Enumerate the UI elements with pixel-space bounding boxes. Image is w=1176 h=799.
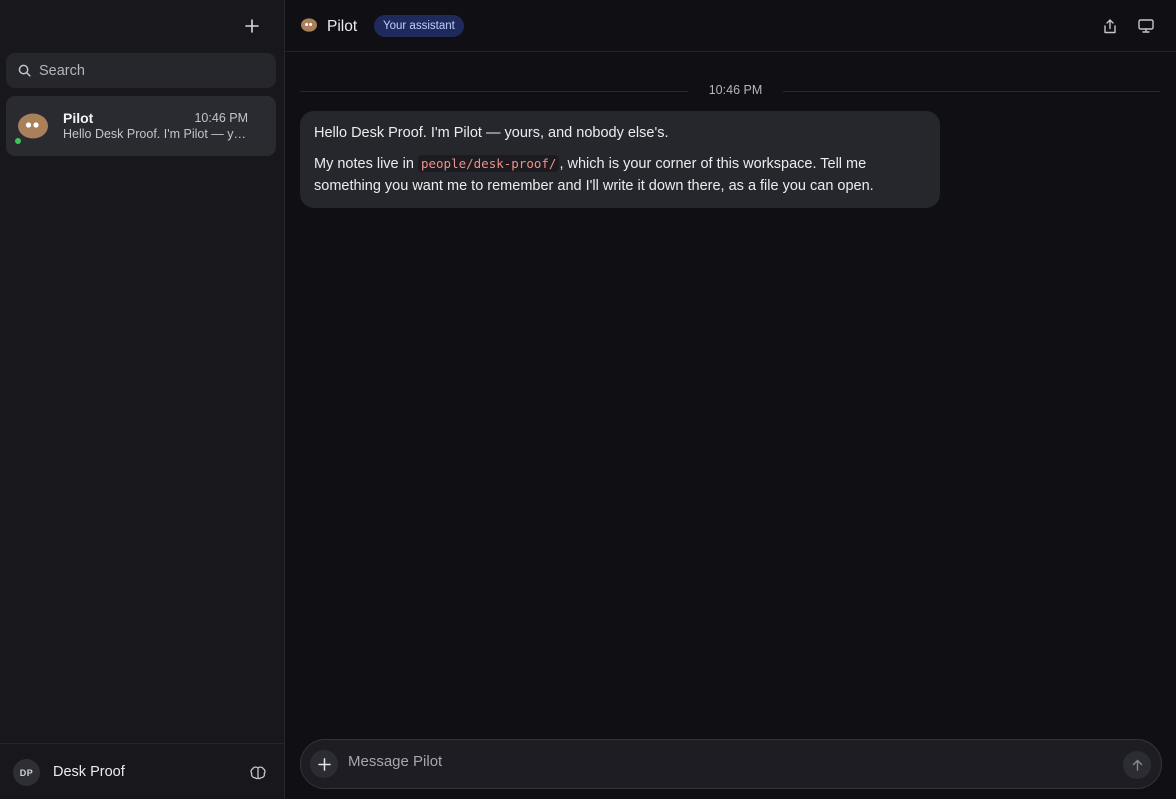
divider-timestamp: 10:46 PM: [708, 83, 763, 97]
search-box[interactable]: [6, 53, 276, 88]
pilot-avatar-icon: [18, 113, 48, 139]
send-button[interactable]: [1123, 751, 1151, 779]
divider-line: [300, 91, 688, 92]
memory-button[interactable]: [246, 761, 270, 785]
plus-icon: [317, 757, 331, 771]
plus-icon: [245, 19, 259, 33]
search-icon: [18, 64, 31, 77]
pilot-avatar-icon: [301, 18, 317, 32]
conversation-time: 10:46 PM: [194, 111, 248, 125]
user-avatar[interactable]: DP: [13, 759, 40, 786]
chat-header: Pilot Your assistant: [285, 0, 1176, 52]
divider-line: [783, 91, 1160, 92]
user-name[interactable]: Desk Proof: [53, 764, 125, 780]
message-text: My notes live in: [314, 156, 418, 172]
share-icon: [1104, 18, 1116, 33]
sidebar: Pilot 10:46 PM Hello Desk Proof. I'm Pil…: [0, 0, 285, 799]
conversation-name: Pilot: [63, 110, 94, 126]
message-paragraph: Hello Desk Proof. I'm Pilot — yours, and…: [314, 125, 669, 141]
online-indicator: [15, 138, 21, 144]
message-composer: [300, 739, 1162, 789]
display-button[interactable]: [1134, 14, 1158, 38]
conversation-item-pilot[interactable]: Pilot 10:46 PM Hello Desk Proof. I'm Pil…: [6, 96, 276, 156]
conversation-preview: Hello Desk Proof. I'm Pilot — yours, and…: [63, 127, 248, 141]
brain-icon: [250, 766, 266, 780]
share-button[interactable]: [1098, 14, 1122, 38]
monitor-icon: [1138, 19, 1154, 33]
time-divider: 10:46 PM: [300, 83, 1160, 99]
chat-panel: Pilot Your assistant 10:46 PM Hello Desk…: [285, 0, 1176, 799]
new-chat-button[interactable]: [238, 12, 266, 40]
sidebar-footer: DP Desk Proof: [0, 743, 284, 799]
attach-button[interactable]: [310, 750, 338, 778]
search-input[interactable]: [39, 62, 259, 79]
assistant-badge: Your assistant: [374, 15, 464, 37]
message-input[interactable]: [348, 753, 1108, 770]
message-paragraph: My notes live in people/desk-proof/, whi…: [314, 153, 926, 197]
assistant-message: Hello Desk Proof. I'm Pilot — yours, and…: [300, 111, 940, 208]
path-code: people/desk-proof/: [417, 155, 560, 172]
arrow-up-icon: [1132, 759, 1142, 771]
chat-title: Pilot: [327, 18, 358, 35]
